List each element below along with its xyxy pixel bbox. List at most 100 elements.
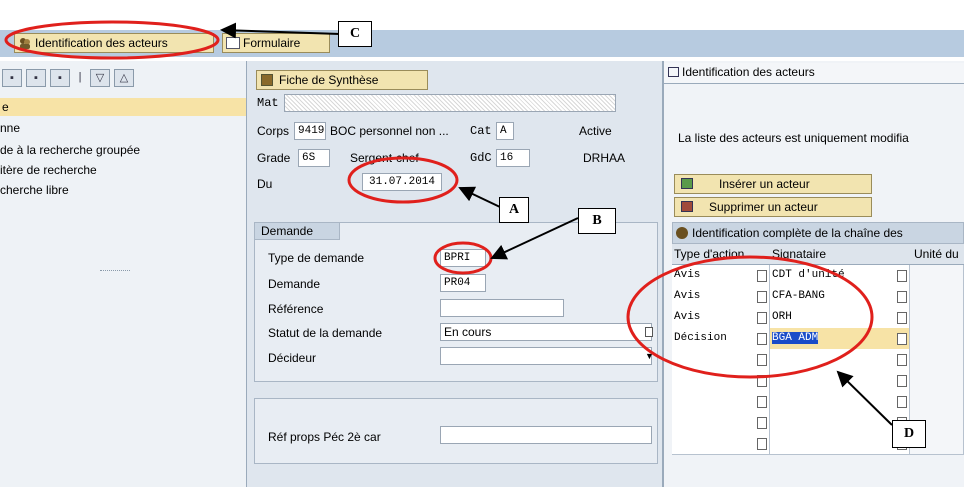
type-help-icon[interactable] (757, 291, 767, 303)
actor-unite-cell[interactable] (910, 286, 964, 308)
callout-d: D (892, 420, 926, 448)
signataire-help-icon[interactable] (897, 396, 907, 408)
actor-type-cell[interactable] (672, 433, 770, 455)
delete-actor-label: Supprimer un acteur (709, 200, 818, 214)
corps-label: Corps (257, 124, 290, 138)
left-item-2[interactable]: de à la recherche groupée (0, 143, 140, 157)
type-help-icon[interactable] (757, 375, 767, 387)
formulaire-button[interactable]: Formulaire (222, 33, 330, 53)
toolbar-icon-2[interactable]: ▪ (26, 69, 46, 87)
signataire-help-icon[interactable] (897, 270, 907, 282)
actor-signataire-cell[interactable]: CFA-BANG (770, 286, 910, 308)
insert-actor-button[interactable]: Insérer un acteur (674, 174, 872, 194)
decideur-field[interactable] (440, 347, 652, 365)
corps-description: BOC personnel non ... (330, 124, 449, 138)
signataire-help-icon[interactable] (897, 375, 907, 387)
actor-signataire-cell[interactable] (770, 412, 910, 434)
type-help-icon[interactable] (757, 417, 767, 429)
actors-dialog-title: Identification des acteurs (682, 65, 815, 79)
decideur-dropdown-icon[interactable]: ▼ (645, 351, 654, 361)
col-type-action[interactable]: Type d'action (674, 247, 744, 261)
actor-unite-cell[interactable] (910, 265, 964, 287)
col-unite[interactable]: Unité du (914, 247, 959, 261)
actor-type-cell[interactable]: Avis (672, 307, 770, 329)
signataire-help-icon[interactable] (897, 354, 907, 366)
type-help-icon[interactable] (757, 438, 767, 450)
actor-type-cell[interactable] (672, 412, 770, 434)
actor-unite-cell[interactable] (910, 370, 964, 392)
filter-up-icon[interactable]: △ (114, 69, 134, 87)
actor-signataire-cell[interactable] (770, 349, 910, 371)
demande-group-title: Demande (254, 222, 340, 240)
fiche-synthese-button[interactable]: Fiche de Synthèse (256, 70, 428, 90)
statut-help-icon[interactable] (645, 327, 653, 337)
actor-signataire-value: BGA ADM (772, 332, 819, 344)
actor-signataire-cell[interactable] (770, 370, 910, 392)
actor-unite-cell[interactable] (910, 391, 964, 413)
chain-title: Identification complète de la chaîne des (692, 226, 903, 240)
cat-label: Cat (470, 124, 492, 138)
left-item-1[interactable]: nne (0, 121, 20, 135)
actor-type-cell[interactable] (672, 391, 770, 413)
actor-type-cell[interactable] (672, 349, 770, 371)
actor-signataire-cell[interactable] (770, 391, 910, 413)
dialog-icon (668, 67, 679, 77)
chain-icon (676, 227, 688, 239)
type-help-icon[interactable] (757, 270, 767, 282)
type-demande-field[interactable]: BPRI (440, 249, 486, 267)
report-icon (261, 74, 273, 86)
type-help-icon[interactable] (757, 354, 767, 366)
actor-type-cell[interactable]: Décision (672, 328, 770, 350)
insert-row-icon (681, 178, 693, 189)
gdc-field[interactable]: 16 (496, 149, 530, 167)
grade-description: Sergent-chef (350, 151, 419, 165)
du-date-field[interactable]: 31.07.2014 (362, 173, 442, 191)
actor-type-cell[interactable]: Avis (672, 265, 770, 287)
fiche-synthese-label: Fiche de Synthèse (279, 73, 379, 87)
grade-label: Grade (257, 151, 291, 165)
actor-signataire-cell[interactable]: ORH (770, 307, 910, 329)
ref-props-field[interactable] (440, 426, 652, 444)
toolbar-icon-1[interactable]: ▪ (2, 69, 22, 87)
actor-signataire-value: CFA-BANG (772, 290, 825, 302)
cat-field[interactable]: A (496, 122, 514, 140)
reference-field[interactable] (440, 299, 564, 317)
statut-demande-field[interactable]: En cours (440, 323, 652, 341)
type-help-icon[interactable] (757, 333, 767, 345)
left-selected-row[interactable]: e (0, 98, 246, 116)
splitter-handle[interactable] (100, 270, 130, 273)
actor-type-cell[interactable] (672, 370, 770, 392)
delete-actor-button[interactable]: Supprimer un acteur (674, 197, 872, 217)
actors-info-text: La liste des acteurs est uniquement modi… (678, 131, 909, 145)
signataire-help-icon[interactable] (897, 291, 907, 303)
actor-signataire-cell[interactable] (770, 433, 910, 455)
mat-label: Mat (257, 96, 279, 110)
actor-type-cell[interactable]: Avis (672, 286, 770, 308)
left-navigation-panel (0, 61, 247, 487)
col-signataire[interactable]: Signataire (772, 247, 826, 261)
actors-dialog-header: Identification des acteurs (664, 63, 964, 84)
demande-field[interactable]: PR04 (440, 274, 486, 292)
actor-signataire-cell[interactable]: BGA ADM (770, 328, 910, 350)
mat-field[interactable] (284, 94, 616, 112)
actor-unite-cell[interactable] (910, 349, 964, 371)
type-help-icon[interactable] (757, 396, 767, 408)
reference-label: Référence (268, 302, 324, 316)
filter-down-icon[interactable]: ▽ (90, 69, 110, 87)
signataire-help-icon[interactable] (897, 333, 907, 345)
actor-signataire-cell[interactable]: CDT d'unité (770, 265, 910, 287)
corps-field[interactable]: 9419 (294, 122, 326, 140)
left-item-4[interactable]: cherche libre (0, 183, 69, 197)
gdc-label: GdC (470, 151, 492, 165)
type-help-icon[interactable] (757, 312, 767, 324)
formulaire-label: Formulaire (243, 36, 301, 50)
left-item-3[interactable]: itère de recherche (0, 163, 97, 177)
actor-unite-cell[interactable] (910, 328, 964, 350)
toolbar-separator: | (78, 71, 82, 83)
signataire-help-icon[interactable] (897, 312, 907, 324)
actor-unite-cell[interactable] (910, 307, 964, 329)
grade-field[interactable]: 6S (298, 149, 330, 167)
demande-label: Demande (268, 277, 321, 291)
toolbar-icon-3[interactable]: ▪ (50, 69, 70, 87)
identification-acteurs-button[interactable]: Identification des acteurs (14, 33, 214, 53)
